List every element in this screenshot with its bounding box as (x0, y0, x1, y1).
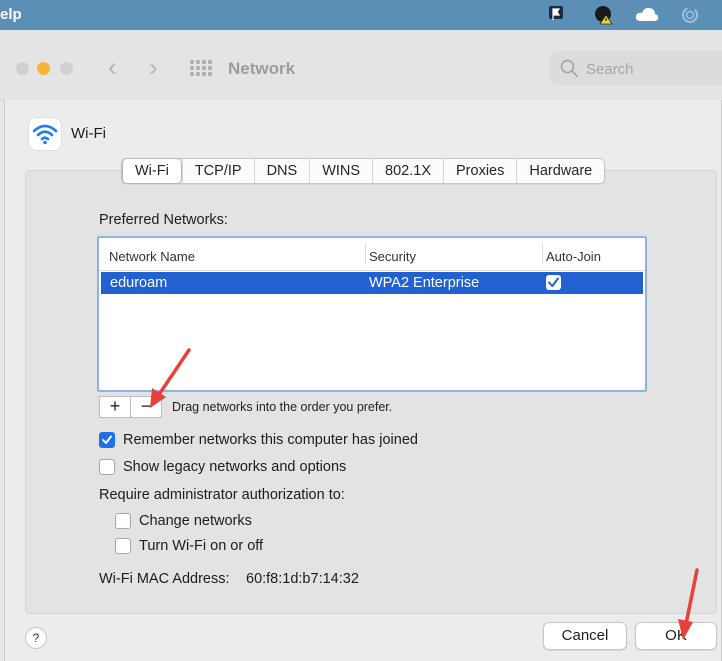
tab-dns[interactable]: DNS (253, 159, 310, 183)
turn-wifi-option[interactable]: Turn Wi-Fi on or off (115, 538, 263, 554)
close-window-button[interactable] (16, 62, 29, 75)
mac-address-value: 60:f8:1d:b7:14:32 (246, 571, 359, 587)
tab-proxies[interactable]: Proxies (443, 159, 516, 183)
settings-tabs: Wi-Fi TCP/IP DNS WINS 802.1X Proxies Har… (121, 158, 606, 184)
cancel-button[interactable]: Cancel (543, 622, 627, 650)
window-title: Network (228, 59, 296, 78)
window-toolbar: ‹ › Network (0, 30, 722, 101)
search-field[interactable] (550, 51, 722, 85)
column-auto-join[interactable]: Auto-Join (546, 249, 601, 264)
flag-icon[interactable] (548, 5, 564, 28)
back-icon[interactable]: ‹ (108, 52, 117, 82)
wifi-icon (29, 118, 61, 150)
preferred-networks-label: Preferred Networks: (99, 212, 228, 228)
sync-icon[interactable] (680, 5, 700, 30)
alert-icon[interactable] (594, 5, 614, 30)
remember-networks-label: Remember networks this computer has join… (123, 432, 418, 448)
search-input[interactable] (584, 57, 718, 81)
drag-hint-text: Drag networks into the order you prefer. (172, 400, 393, 414)
remove-network-button[interactable]: − (131, 396, 162, 418)
tab-wifi[interactable]: Wi-Fi (122, 158, 182, 184)
help-button[interactable]: ? (25, 627, 47, 649)
add-network-button[interactable]: + (99, 396, 131, 418)
mac-address-label: Wi-Fi MAC Address: (99, 571, 230, 587)
legacy-networks-option[interactable]: Show legacy networks and options (99, 459, 346, 475)
show-all-grid-icon[interactable] (190, 60, 212, 76)
add-remove-controls: + − (99, 396, 162, 418)
turn-wifi-checkbox[interactable] (115, 538, 131, 554)
admin-auth-label: Require administrator authorization to: (99, 487, 345, 503)
ok-button[interactable]: OK (635, 622, 717, 650)
zoom-window-button[interactable] (60, 62, 73, 75)
auto-join-checkbox[interactable] (546, 275, 561, 290)
remember-networks-checkbox[interactable] (99, 432, 115, 448)
column-network-name[interactable]: Network Name (109, 249, 195, 264)
tab-wins[interactable]: WINS (309, 159, 372, 183)
network-name-cell: eduroam (110, 275, 168, 291)
tab-hardware[interactable]: Hardware (516, 159, 604, 183)
change-networks-label: Change networks (139, 513, 252, 529)
interface-name: Wi-Fi (71, 125, 106, 142)
forward-icon[interactable]: › (149, 52, 158, 82)
table-row[interactable]: eduroam WPA2 Enterprise (101, 272, 643, 294)
tab-8021x[interactable]: 802.1X (372, 159, 443, 183)
turn-wifi-label: Turn Wi-Fi on or off (139, 538, 264, 554)
remember-networks-option[interactable]: Remember networks this computer has join… (99, 432, 418, 448)
legacy-networks-checkbox[interactable] (99, 459, 115, 475)
legacy-networks-label: Show legacy networks and options (123, 459, 347, 475)
advanced-settings-sheet: Wi-Fi Wi-Fi TCP/IP DNS WINS 802.1X Proxi… (4, 100, 722, 661)
minimize-window-button[interactable] (37, 62, 50, 75)
help-menu[interactable]: elp (0, 6, 22, 23)
cloud-icon[interactable] (634, 5, 660, 28)
change-networks-checkbox[interactable] (115, 513, 131, 529)
menu-bar: elp (0, 0, 722, 30)
security-cell: WPA2 Enterprise (369, 275, 480, 291)
checkmark-icon (548, 277, 559, 287)
change-networks-option[interactable]: Change networks (115, 513, 252, 529)
checkmark-icon (102, 435, 112, 444)
table-header: Network Name Security Auto-Join (99, 238, 645, 271)
column-security[interactable]: Security (369, 249, 416, 264)
search-icon (560, 59, 578, 77)
preferred-networks-table[interactable]: Network Name Security Auto-Join eduroam … (97, 236, 647, 392)
tab-tcpip[interactable]: TCP/IP (181, 159, 254, 183)
